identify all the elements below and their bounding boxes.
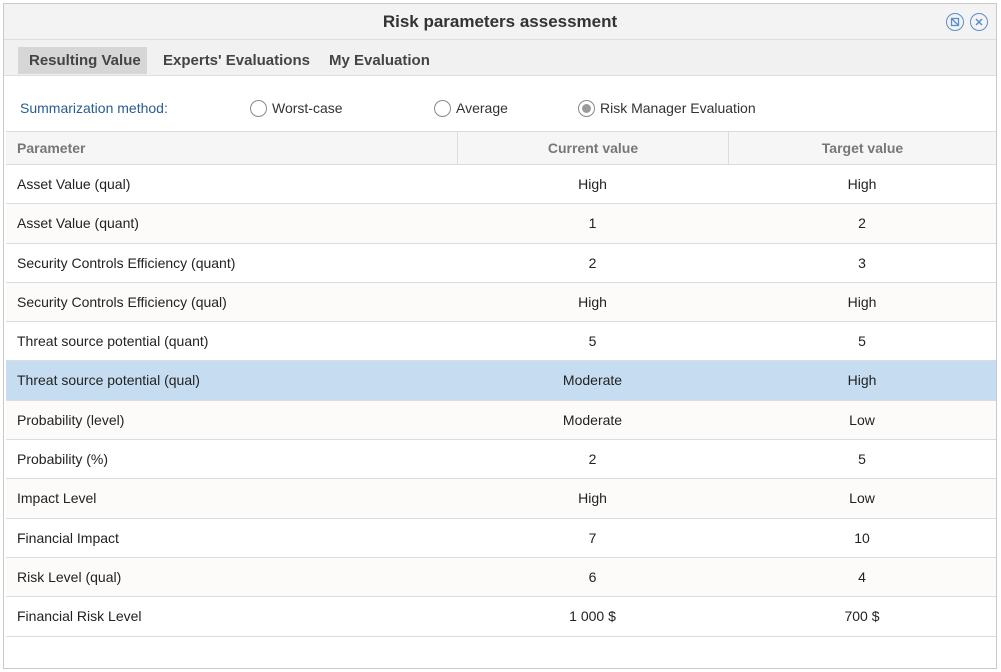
- tab-bar: Resulting Value Experts' Evaluations My …: [4, 40, 996, 76]
- close-icon[interactable]: [970, 13, 988, 31]
- parameter-cell: Probability (%): [17, 451, 109, 468]
- parameter-cell: Financial Impact: [17, 529, 119, 546]
- current-value-cell: 1: [588, 215, 597, 232]
- table-row[interactable]: Security Controls Efficiency (quant) 2 3: [6, 243, 996, 283]
- column-header-parameter[interactable]: Parameter: [17, 132, 86, 165]
- current-value-cell: 5: [588, 333, 597, 350]
- tab-my-evaluation[interactable]: My Evaluation: [318, 47, 441, 74]
- table-row[interactable]: Threat source potential (quant) 5 5: [6, 322, 996, 362]
- target-value-cell: High: [847, 176, 877, 192]
- target-value-cell: 4: [858, 568, 866, 585]
- table-header: Parameter Current value Target value: [6, 131, 996, 165]
- current-value-cell: High: [578, 293, 607, 310]
- current-value-cell: High: [578, 490, 607, 507]
- summarization-method-label: Summarization method:: [20, 100, 168, 116]
- table-row[interactable]: Asset Value (quant) 1 2: [6, 204, 996, 244]
- current-value-cell: Moderate: [562, 372, 623, 389]
- current-value-cell: 7: [588, 529, 597, 546]
- parameter-cell: Security Controls Efficiency (quant): [17, 254, 236, 271]
- target-value-cell: High: [847, 372, 877, 389]
- tab-experts-evaluations[interactable]: Experts' Evaluations: [152, 47, 321, 74]
- parameter-cell: Security Controls Efficiency (qual): [17, 293, 227, 310]
- target-value-cell: 3: [858, 254, 866, 271]
- table-row[interactable]: Financial Risk Level 1 000 $ 700 $: [6, 597, 996, 637]
- current-value-cell: 6: [588, 568, 597, 585]
- summarization-method-bar: Summarization method: Worst-case Average…: [4, 76, 996, 132]
- window-title: Risk parameters assessment: [382, 12, 618, 31]
- current-value-cell: 2: [588, 254, 597, 271]
- target-value-cell: 700 $: [844, 608, 880, 625]
- target-value-cell: Low: [849, 490, 875, 507]
- parameter-cell: Threat source potential (quant): [17, 333, 209, 350]
- table-row-selected[interactable]: Threat source potential (qual) Moderate …: [6, 361, 996, 401]
- parameter-cell: Asset Value (qual): [17, 176, 131, 192]
- radio-label: Worst-case: [272, 100, 343, 116]
- parameter-cell: Probability (level): [17, 411, 125, 428]
- parameter-cell: Asset Value (quant): [17, 215, 139, 232]
- table-row[interactable]: Asset Value (qual) High High: [6, 165, 996, 205]
- restore-icon[interactable]: [946, 13, 964, 31]
- parameter-cell: Risk Level (qual): [17, 568, 122, 585]
- radio-label: Risk Manager Evaluation: [600, 100, 756, 116]
- risk-parameters-window: Risk parameters assessment Resulting Val…: [3, 3, 997, 669]
- radio-worst-case[interactable]: Worst-case: [250, 98, 343, 118]
- radio-risk-manager-evaluation[interactable]: Risk Manager Evaluation: [578, 98, 756, 118]
- parameter-cell: Financial Risk Level: [17, 608, 142, 625]
- parameters-table: Parameter Current value Target value Ass…: [6, 131, 996, 637]
- target-value-cell: 5: [858, 333, 866, 350]
- current-value-cell: 2: [588, 451, 597, 468]
- current-value-cell: Moderate: [562, 411, 623, 428]
- target-value-cell: High: [847, 293, 877, 310]
- target-value-cell: 5: [858, 451, 866, 468]
- target-value-cell: Low: [849, 411, 875, 428]
- parameter-cell: Threat source potential (qual): [17, 372, 200, 389]
- parameter-cell: Impact Level: [17, 490, 97, 507]
- title-bar: Risk parameters assessment: [4, 4, 996, 40]
- table-row[interactable]: Probability (level) Moderate Low: [6, 400, 996, 441]
- radio-button[interactable]: [250, 99, 267, 117]
- target-value-cell: 2: [858, 215, 866, 232]
- target-value-cell: 10: [854, 529, 870, 546]
- column-header-target-value[interactable]: Target value: [728, 132, 996, 165]
- column-header-current-value[interactable]: Current value: [457, 132, 728, 165]
- tab-resulting-value[interactable]: Resulting Value: [18, 47, 147, 74]
- table-row[interactable]: Impact Level High Low: [6, 479, 996, 519]
- table-row[interactable]: Risk Level (qual) 6 4: [6, 557, 996, 598]
- radio-button-checked[interactable]: [578, 99, 595, 117]
- radio-label: Average: [456, 100, 508, 116]
- radio-average[interactable]: Average: [434, 98, 508, 118]
- current-value-cell: High: [578, 176, 607, 192]
- table-row[interactable]: Probability (%) 2 5: [6, 440, 996, 480]
- table-row[interactable]: Financial Impact 7 10: [6, 518, 996, 558]
- radio-button[interactable]: [434, 99, 451, 117]
- table-row[interactable]: Security Controls Efficiency (qual) High…: [6, 282, 996, 323]
- current-value-cell: 1 000 $: [569, 608, 616, 625]
